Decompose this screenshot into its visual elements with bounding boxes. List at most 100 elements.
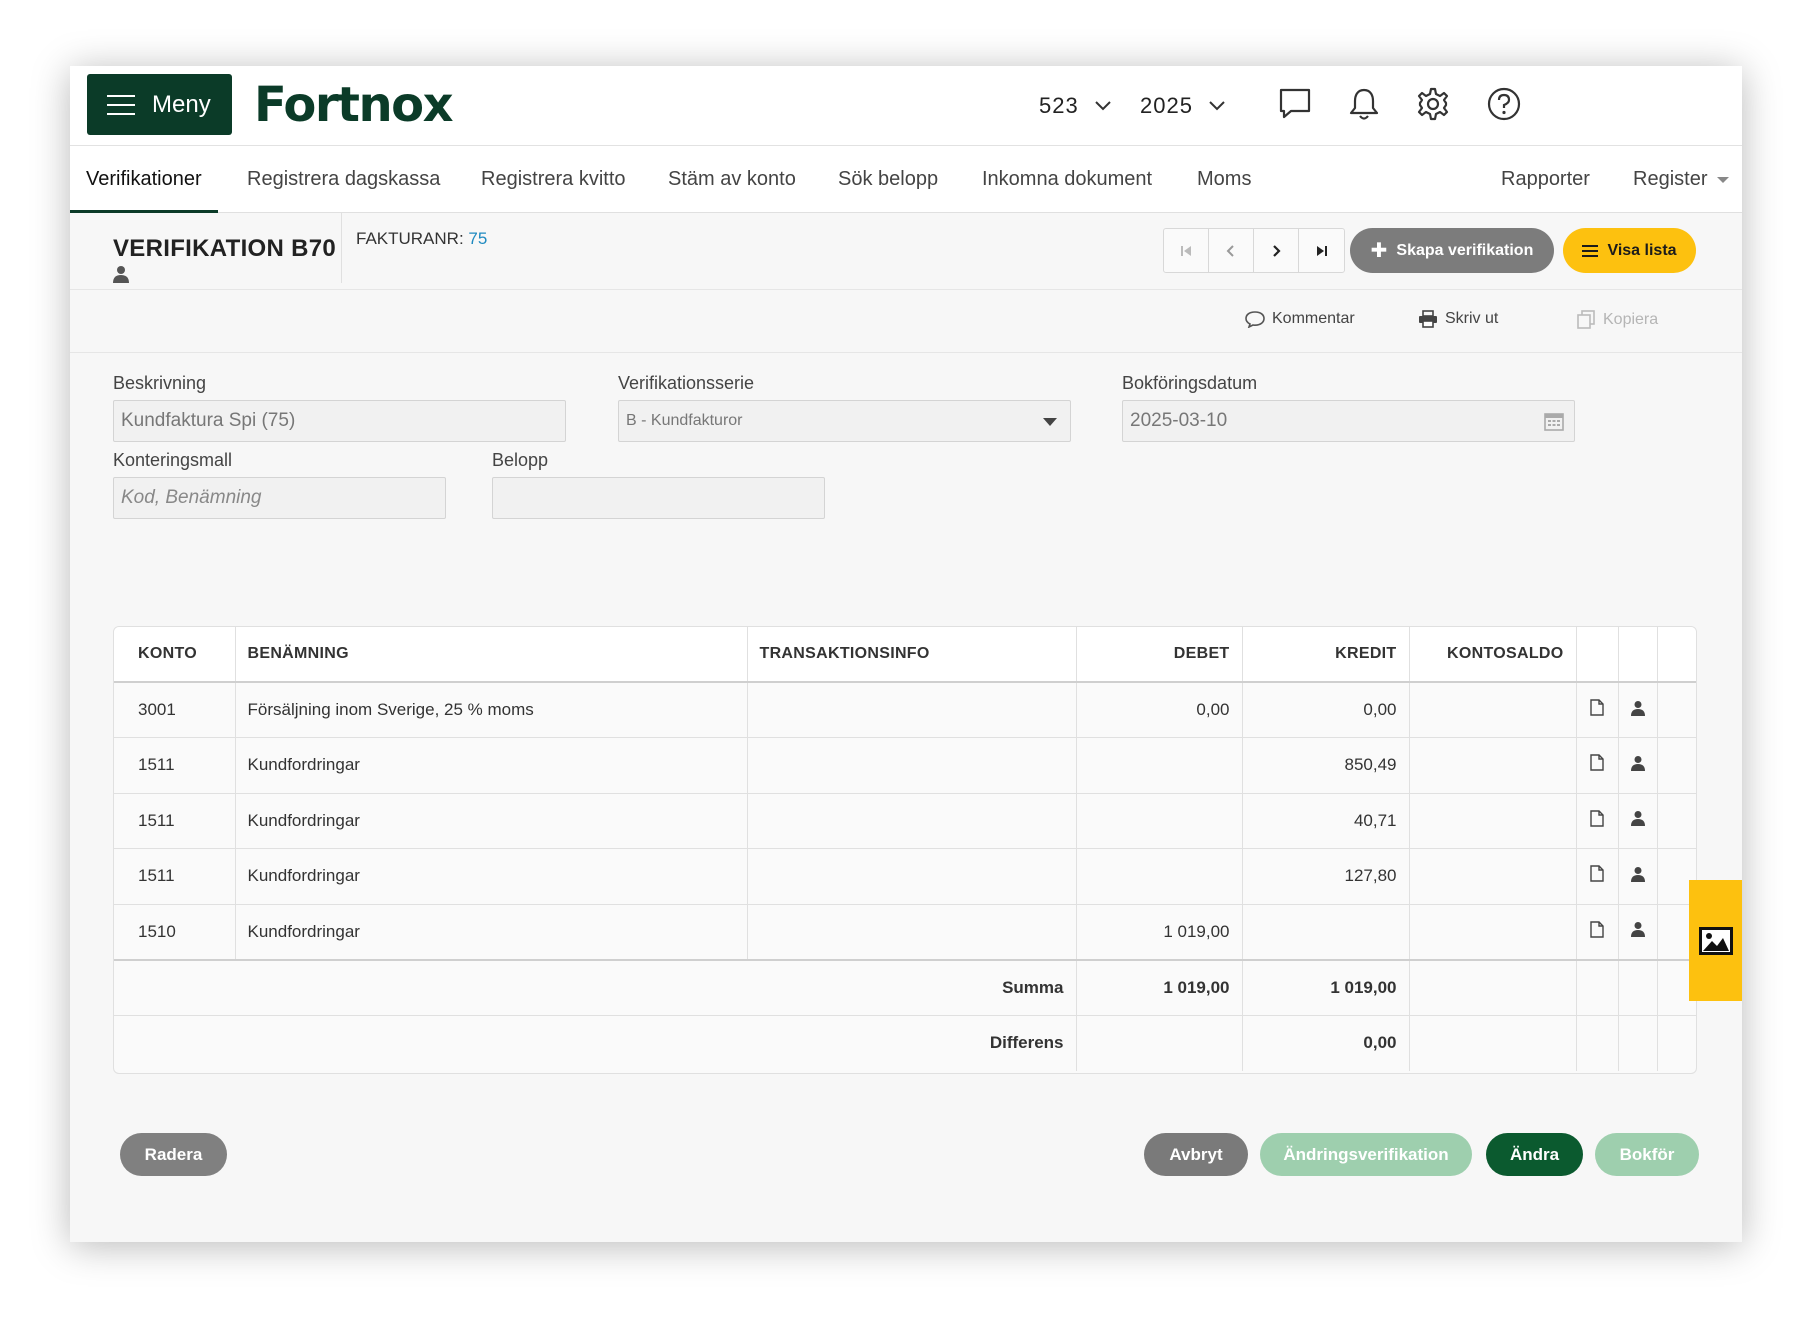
bell-icon[interactable] [1346, 86, 1382, 122]
chevron-left-icon [1226, 244, 1234, 257]
table-row[interactable]: 1511 Kundfordringar 127,80 [114, 848, 1696, 905]
show-list-button[interactable]: Visa lista [1563, 228, 1696, 273]
user-icon[interactable] [1618, 737, 1658, 794]
cell-konto[interactable]: 1511 [114, 848, 236, 905]
series-label: Verifikationsserie [618, 373, 755, 393]
document-icon[interactable] [1576, 904, 1619, 960]
cell-kredit[interactable] [1242, 904, 1410, 960]
user-icon[interactable] [1618, 904, 1658, 960]
table-body: 3001 Försäljning inom Sverige, 25 % moms… [114, 682, 1696, 1071]
document-icon[interactable] [1576, 793, 1619, 849]
amount-input[interactable] [492, 477, 825, 519]
cell-kredit[interactable]: 850,49 [1242, 737, 1410, 794]
cell-debet[interactable]: 1 019,00 [1076, 904, 1243, 960]
cell-benamning[interactable]: Kundfordringar [235, 848, 748, 905]
cell-debet[interactable] [1076, 848, 1243, 905]
attachment-panel-tab[interactable] [1689, 880, 1742, 1001]
first-icon [1181, 245, 1191, 256]
tab-inkomna-dokument[interactable]: Inkomna dokument [982, 146, 1152, 213]
change-voucher-button[interactable]: Ändringsverifikation [1260, 1133, 1472, 1176]
user-icon[interactable] [1618, 848, 1658, 905]
cell-kredit[interactable]: 0,00 [1242, 682, 1410, 738]
comment-button[interactable]: Kommentar [1245, 310, 1355, 328]
user-icon[interactable] [1618, 793, 1658, 849]
cell-transaktionsinfo[interactable] [747, 793, 1077, 849]
cell-transaktionsinfo[interactable] [747, 848, 1077, 905]
voucher-pager [1163, 228, 1345, 273]
comment-icon [1245, 311, 1265, 328]
cell-debet[interactable]: 0,00 [1076, 682, 1243, 738]
series-select[interactable]: B - Kundfakturor [618, 400, 1071, 442]
calendar-icon[interactable] [1543, 410, 1565, 432]
sum-empty [1576, 958, 1619, 1016]
print-button[interactable]: Skriv ut [1418, 310, 1498, 328]
cell-konto[interactable]: 1510 [114, 904, 236, 960]
date-field[interactable]: 2025-03-10 [1122, 400, 1575, 442]
cell-kredit[interactable]: 127,80 [1242, 848, 1410, 905]
tab-registrera-dagskassa[interactable]: Registrera dagskassa [247, 146, 440, 213]
row-extra-cell [1657, 737, 1696, 794]
next-button[interactable] [1254, 229, 1299, 272]
help-icon[interactable] [1486, 86, 1522, 122]
table-row[interactable]: 1510 Kundfordringar 1 019,00 [114, 904, 1696, 960]
invoice-number-link[interactable]: 75 [468, 229, 487, 248]
cell-transaktionsinfo[interactable] [747, 904, 1077, 960]
col-benamning[interactable]: BENÄMNING [235, 627, 748, 683]
main-tabs: Verifikationer Registrera dagskassa Regi… [70, 146, 1742, 213]
table-row[interactable]: 1511 Kundfordringar 40,71 [114, 793, 1696, 849]
document-icon[interactable] [1576, 737, 1619, 794]
cancel-button[interactable]: Avbryt [1144, 1133, 1248, 1176]
cell-benamning[interactable]: Försäljning inom Sverige, 25 % moms [235, 682, 748, 738]
year-selector[interactable]: 2025 [1140, 88, 1227, 124]
template-input[interactable]: Kod, Benämning [113, 477, 446, 519]
document-icon[interactable] [1576, 682, 1619, 738]
tab-verifikationer[interactable]: Verifikationer [70, 146, 218, 213]
document-icon[interactable] [1576, 848, 1619, 905]
tab-registrera-kvitto[interactable]: Registrera kvitto [481, 146, 626, 213]
edit-button[interactable]: Ändra [1486, 1133, 1583, 1176]
book-button[interactable]: Bokför [1595, 1133, 1699, 1176]
user-icon[interactable] [1618, 682, 1658, 738]
tab-stam-av-konto[interactable]: Stäm av konto [668, 146, 796, 213]
previous-button[interactable] [1209, 229, 1254, 272]
tab-register[interactable]: Register [1633, 146, 1730, 213]
cell-debet[interactable] [1076, 793, 1243, 849]
description-field[interactable]: Kundfaktura Spi (75) [113, 400, 566, 442]
col-konto[interactable]: KONTO [114, 627, 236, 683]
first-page-button[interactable] [1164, 229, 1209, 272]
difference-label: Differens [747, 1015, 1077, 1071]
cell-kredit[interactable]: 40,71 [1242, 793, 1410, 849]
cell-debet[interactable] [1076, 737, 1243, 794]
last-icon [1316, 245, 1327, 256]
col-transaktionsinfo[interactable]: TRANSAKTIONSINFO [747, 627, 1077, 683]
cell-benamning[interactable]: Kundfordringar [235, 793, 748, 849]
company-selector[interactable]: 523 [1039, 88, 1113, 124]
cell-konto[interactable]: 1511 [114, 793, 236, 849]
menu-button[interactable]: Meny [87, 74, 232, 135]
sum-debet: 1 019,00 [1076, 958, 1243, 1016]
tab-moms[interactable]: Moms [1197, 146, 1251, 213]
col-extra [1657, 627, 1696, 683]
copy-button[interactable]: Kopiera [1576, 310, 1658, 330]
cell-benamning[interactable]: Kundfordringar [235, 737, 748, 794]
create-voucher-button[interactable]: ✚ Skapa verifikation [1350, 228, 1554, 273]
cell-benamning[interactable]: Kundfordringar [235, 904, 748, 960]
col-kontosaldo[interactable]: KONTOSALDO [1409, 627, 1577, 683]
chat-icon[interactable] [1277, 86, 1313, 122]
tab-rapporter[interactable]: Rapporter [1501, 146, 1590, 213]
table-row[interactable]: 1511 Kundfordringar 850,49 [114, 737, 1696, 794]
cell-konto[interactable]: 1511 [114, 737, 236, 794]
delete-button[interactable]: Radera [120, 1133, 227, 1176]
fortnox-logo[interactable]: Fortnox [254, 77, 454, 133]
col-kredit[interactable]: KREDIT [1242, 627, 1410, 683]
table-row[interactable]: 3001 Försäljning inom Sverige, 25 % moms… [114, 682, 1696, 738]
tab-sok-belopp[interactable]: Sök belopp [838, 146, 938, 213]
col-debet[interactable]: DEBET [1076, 627, 1243, 683]
cell-konto[interactable]: 3001 [114, 682, 236, 738]
gear-icon[interactable] [1415, 86, 1451, 122]
cell-transaktionsinfo[interactable] [747, 737, 1077, 794]
difference-value: 0,00 [1242, 1015, 1410, 1071]
last-page-button[interactable] [1299, 229, 1344, 272]
diff-empty [1409, 1015, 1577, 1071]
cell-transaktionsinfo[interactable] [747, 682, 1077, 738]
